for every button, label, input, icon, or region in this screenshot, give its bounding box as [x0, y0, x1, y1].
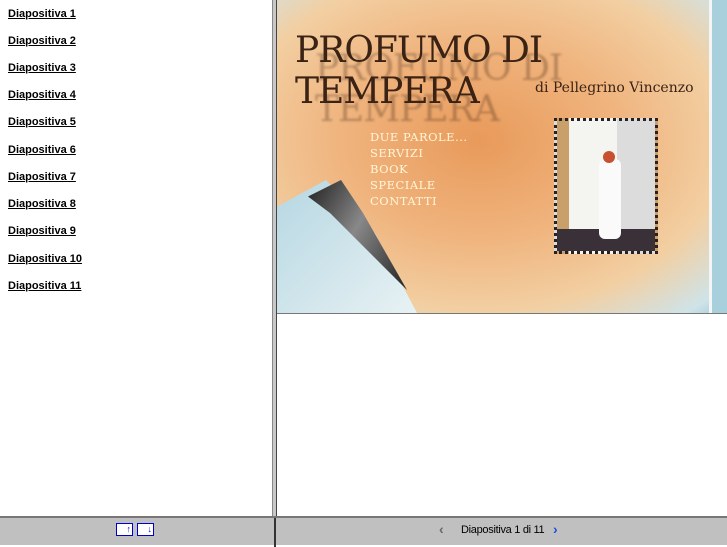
frame-splitter-horizontal[interactable]: [277, 313, 727, 317]
collapse-outline-icon[interactable]: ↓: [137, 523, 154, 536]
slide-link[interactable]: Diapositiva 5: [8, 116, 76, 128]
outline-pane: Diapositiva 1 Diapositiva 2 Diapositiva …: [0, 0, 272, 516]
slide-link[interactable]: Diapositiva 3: [8, 62, 76, 74]
menu-item-contatti[interactable]: CONTATTI: [370, 194, 468, 210]
slide-link[interactable]: Diapositiva 7: [8, 171, 76, 183]
toolbar-divider: [274, 518, 276, 547]
slide-link[interactable]: Diapositiva 1: [8, 8, 76, 20]
slide-link[interactable]: Diapositiva 6: [8, 144, 76, 156]
menu-item-due-parole[interactable]: DUE PAROLE...: [370, 130, 468, 146]
menu-item-speciale[interactable]: SPECIALE: [370, 178, 468, 194]
menu-item-book[interactable]: BOOK: [370, 162, 468, 178]
slide-link[interactable]: Diapositiva 8: [8, 198, 76, 210]
bottom-toolbar: ↑ ↓ ‹ Diapositiva 1 di 11 ›: [0, 516, 727, 547]
next-slide-icon[interactable]: ›: [553, 521, 558, 537]
expand-outline-icon[interactable]: ↑: [116, 523, 133, 536]
slide-counter: Diapositiva 1 di 11: [461, 524, 545, 536]
previous-slide-icon[interactable]: ‹: [439, 521, 444, 537]
slide-link[interactable]: Diapositiva 4: [8, 89, 76, 101]
slide-subtitle: di Pellegrino Vincenzo: [535, 80, 694, 96]
painter-photo: [554, 118, 658, 254]
slide-edge: [709, 0, 727, 313]
slide-link[interactable]: Diapositiva 9: [8, 225, 76, 237]
slide-link[interactable]: Diapositiva 2: [8, 35, 76, 47]
slide-link[interactable]: Diapositiva 10: [8, 253, 82, 265]
menu-item-servizi[interactable]: SERVIZI: [370, 146, 468, 162]
slide-link[interactable]: Diapositiva 11: [8, 280, 81, 292]
slide-image: PROFUMO DI TEMPERA PROFUMO DI TEMPERA di…: [277, 0, 727, 313]
slide-menu: DUE PAROLE... SERVIZI BOOK SPECIALE CONT…: [370, 130, 468, 210]
slide-title: PROFUMO DI TEMPERA: [295, 30, 543, 112]
